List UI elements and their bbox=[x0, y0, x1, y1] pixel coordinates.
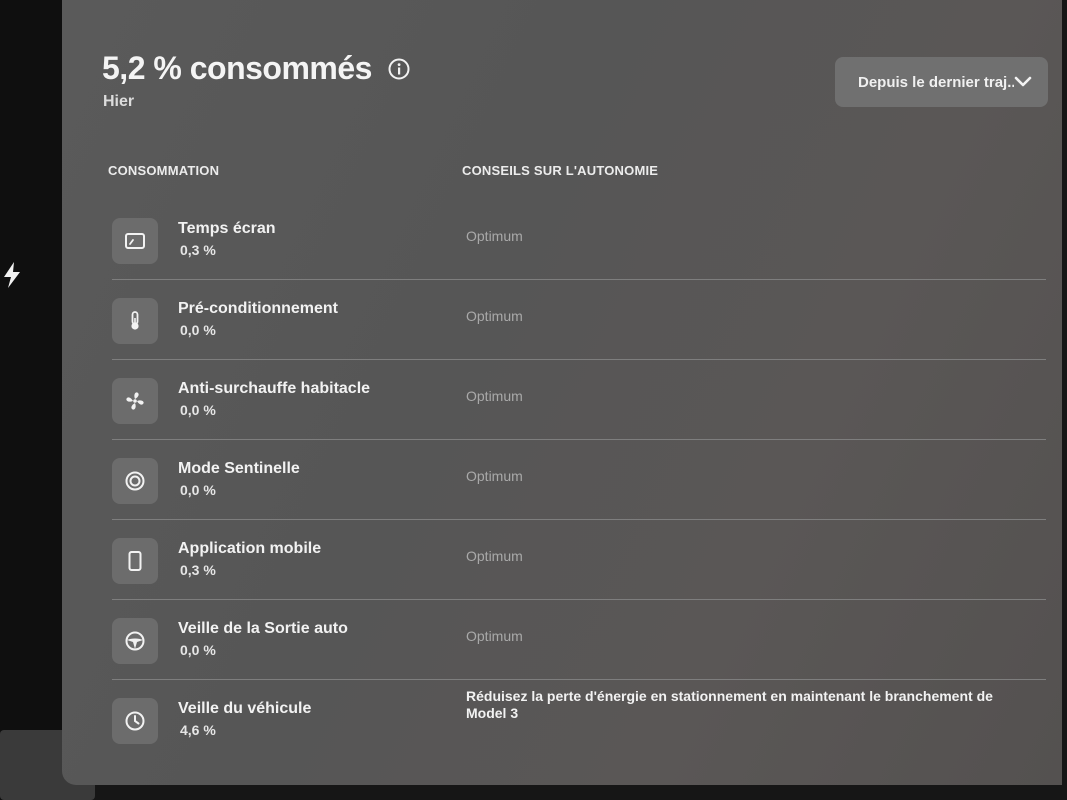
item-name: Anti-surchauffe habitacle bbox=[178, 380, 371, 397]
thermometer-icon bbox=[112, 298, 158, 344]
list-item-preconditioning: Pré-conditionnement 0,0 % Optimum bbox=[62, 280, 1062, 360]
item-name: Veille du véhicule bbox=[178, 700, 312, 717]
item-advice: Réduisez la perte d'énergie en stationne… bbox=[466, 688, 993, 721]
item-name: Temps écran bbox=[178, 220, 276, 237]
list-item-cabin-overheat: Anti-surchauffe habitacle 0,0 % Optimum bbox=[62, 360, 1062, 440]
item-value: 0,0 % bbox=[180, 402, 216, 418]
list-item-screen-time: Temps écran 0,3 % Optimum bbox=[62, 200, 1062, 280]
item-value: 0,3 % bbox=[180, 562, 216, 578]
sentry-icon bbox=[112, 458, 158, 504]
screen-icon bbox=[112, 218, 158, 264]
consumption-list: Temps écran 0,3 % Optimum Pré-conditionn… bbox=[62, 0, 1062, 785]
item-name: Pré-conditionnement bbox=[178, 300, 339, 317]
charging-bolt-icon bbox=[4, 262, 20, 288]
item-advice: Optimum bbox=[466, 388, 523, 404]
list-item-sentry-mode: Mode Sentinelle 0,0 % Optimum bbox=[62, 440, 1062, 520]
item-advice: Optimum bbox=[466, 628, 523, 644]
fan-icon bbox=[112, 378, 158, 424]
item-value: 0,0 % bbox=[180, 482, 216, 498]
energy-consumption-panel: 5,2 % consommés Hier Depuis le dernier t… bbox=[62, 0, 1062, 785]
list-item-vehicle-standby: Veille du véhicule 4,6 % Réduisez la per… bbox=[62, 680, 1062, 760]
item-advice: Optimum bbox=[466, 308, 523, 324]
list-item-auto-exit-standby: Veille de la Sortie auto 0,0 % Optimum bbox=[62, 600, 1062, 680]
item-value: 0,3 % bbox=[180, 242, 216, 258]
item-name: Application mobile bbox=[178, 540, 322, 557]
phone-icon bbox=[112, 538, 158, 584]
side-strip bbox=[0, 0, 95, 800]
clock-icon bbox=[112, 698, 158, 744]
item-name: Veille de la Sortie auto bbox=[178, 620, 348, 637]
item-name: Mode Sentinelle bbox=[178, 460, 300, 477]
item-advice: Optimum bbox=[466, 228, 523, 244]
item-value: 4,6 % bbox=[180, 722, 216, 738]
list-item-mobile-app: Application mobile 0,3 % Optimum bbox=[62, 520, 1062, 600]
item-advice: Optimum bbox=[466, 548, 523, 564]
item-advice: Optimum bbox=[466, 468, 523, 484]
steering-wheel-icon bbox=[112, 618, 158, 664]
item-value: 0,0 % bbox=[180, 642, 216, 658]
item-value: 0,0 % bbox=[180, 322, 216, 338]
